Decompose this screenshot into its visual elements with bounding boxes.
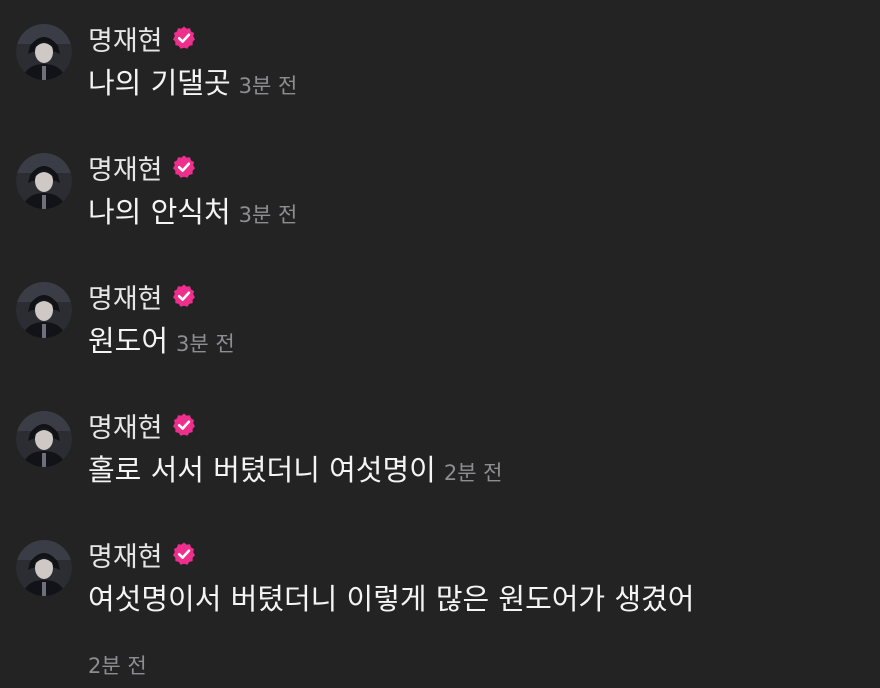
author-row: 명재현	[88, 148, 197, 187]
comment-feed: 명재현 나의 기댈곳 3분 전 명재현 나의 안식처 3분 전 명재현 원도어 …	[0, 0, 880, 688]
verified-check-icon	[171, 25, 197, 51]
avatar[interactable]	[16, 153, 72, 209]
author-name[interactable]: 명재현	[88, 148, 163, 187]
author-name[interactable]: 명재현	[88, 19, 163, 58]
author-name[interactable]: 명재현	[88, 406, 163, 445]
verified-check-icon	[171, 154, 197, 180]
comment-body: 나의 기댈곳 3분 전	[88, 60, 297, 102]
profile-photo-icon	[16, 282, 72, 338]
comment-text: 나의 안식처	[88, 195, 231, 229]
profile-photo-icon	[16, 540, 72, 596]
verified-check-icon	[171, 283, 197, 309]
avatar[interactable]	[16, 540, 72, 596]
avatar[interactable]	[16, 411, 72, 467]
comment-text: 나의 기댈곳	[88, 66, 231, 100]
author-name[interactable]: 명재현	[88, 277, 163, 316]
comment-body: 원도어 3분 전	[88, 318, 235, 360]
author-name[interactable]: 명재현	[88, 535, 163, 574]
profile-photo-icon	[16, 24, 72, 80]
author-row: 명재현	[88, 535, 197, 574]
comment-time: 2분 전	[443, 461, 503, 485]
verified-check-icon	[171, 412, 197, 438]
profile-photo-icon	[16, 411, 72, 467]
comment-text: 홀로 서서 버텼더니 여섯명이	[88, 453, 436, 487]
comment-time: 3분 전	[238, 74, 298, 98]
comment-text: 원도어	[88, 324, 169, 358]
author-row: 명재현	[88, 19, 197, 58]
comment-time: 3분 전	[238, 203, 298, 227]
avatar[interactable]	[16, 282, 72, 338]
comment-body: 여섯명이서 버텼더니 이렇게 많은 원도어가 생겼어	[88, 576, 694, 618]
author-row: 명재현	[88, 277, 197, 316]
avatar[interactable]	[16, 24, 72, 80]
comment-time: 3분 전	[176, 332, 235, 356]
comment-body: 나의 안식처 3분 전	[88, 189, 297, 231]
author-row: 명재현	[88, 406, 197, 445]
profile-photo-icon	[16, 153, 72, 209]
comment-body: 홀로 서서 버텼더니 여섯명이 2분 전	[88, 447, 503, 489]
comment-text: 여섯명이서 버텼더니 이렇게 많은 원도어가 생겼어	[88, 582, 695, 616]
comment-time: 2분 전	[88, 654, 147, 678]
verified-check-icon	[171, 541, 197, 567]
